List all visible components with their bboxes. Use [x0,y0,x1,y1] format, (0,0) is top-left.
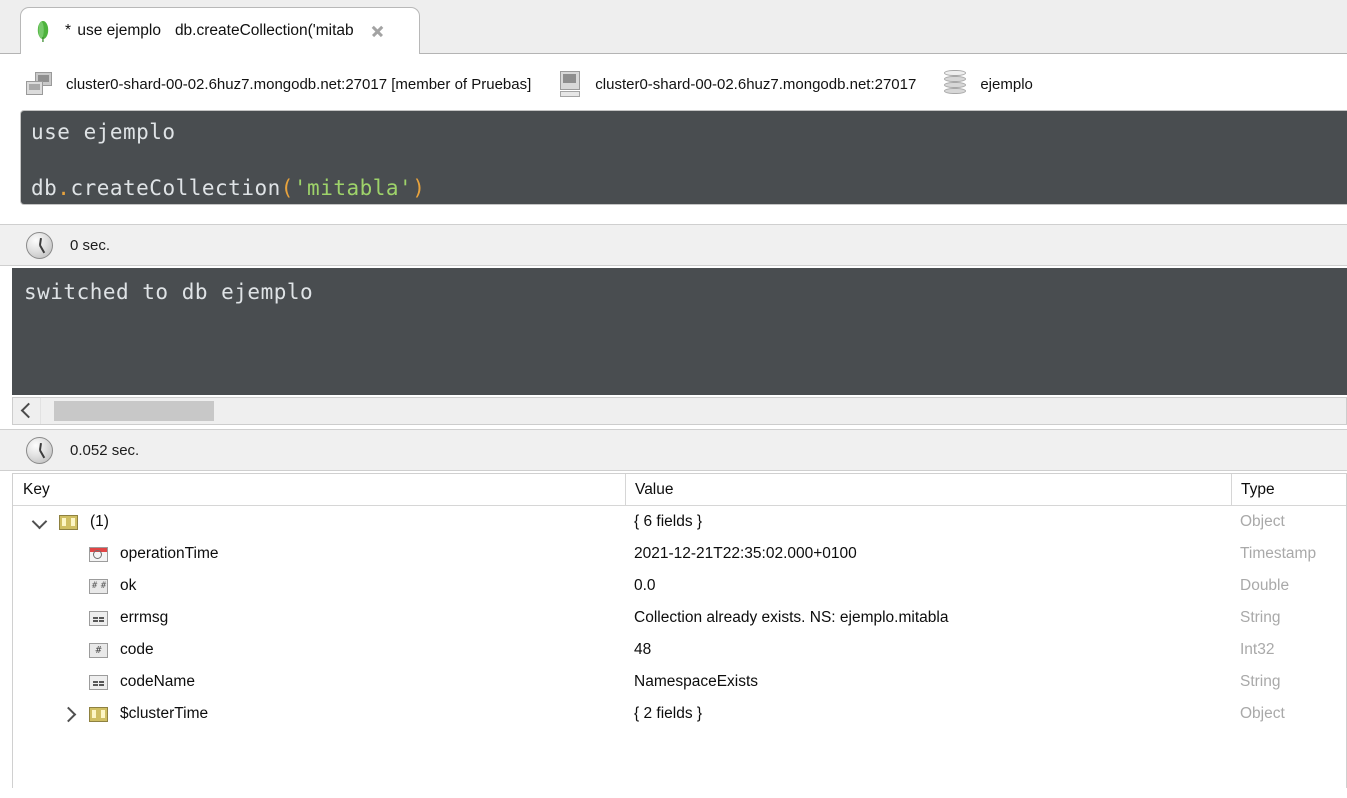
column-header-type[interactable]: Type [1231,474,1346,505]
scrollbar-thumb[interactable] [54,401,214,421]
breadcrumb-item-server[interactable]: cluster0-shard-00-02.6huz7.mongodb.net:2… [26,72,531,96]
cell-value: { 6 fields } [634,513,703,530]
cell-key: ok [13,570,625,602]
key-label: $clusterTime [120,705,209,722]
cell-key: operationTime [13,538,625,570]
cell-value: 0.0 [634,577,656,594]
monitor-icon [559,71,581,97]
object-icon [89,706,108,722]
breadcrumb-item-database[interactable]: ejemplo [944,70,1033,98]
cell-value: 48 [634,641,652,658]
execution-time-top: 0 sec. [70,236,111,254]
horizontal-scrollbar[interactable] [12,397,1347,425]
tab-dirty-marker: * [65,22,72,39]
table-row[interactable]: (1) { 6 fields } Object [13,506,1346,538]
table-row[interactable]: codeName NamespaceExists String [13,666,1346,698]
cell-type: String [1240,609,1281,626]
timestamp-icon [89,546,108,562]
breadcrumb-item-host[interactable]: cluster0-shard-00-02.6huz7.mongodb.net:2… [559,71,916,97]
key-label: code [120,641,154,658]
breadcrumb-label-database: ejemplo [980,75,1033,93]
object-icon [59,514,78,530]
result-tree-table: Key Value Type (1) { 6 fields } Object oper… [12,473,1347,788]
double-icon [89,578,108,594]
cell-value: 2021-12-21T22:35:02.000+0100 [634,545,857,562]
table-row[interactable]: ok 0.0 Double [13,570,1346,602]
mongodb-leaf-icon [35,20,51,42]
chevron-left-icon[interactable] [13,398,41,424]
cell-value: { 2 fields } [634,705,703,722]
column-header-value[interactable]: Value [625,474,1225,505]
execution-time-bar-bottom: 0.052 sec. [0,429,1347,471]
table-row[interactable]: operationTime 2021-12-21T22:35:02.000+010… [13,538,1346,570]
chevron-down-icon[interactable] [31,513,49,531]
table-body: (1) { 6 fields } Object operationTime 2021-1… [13,506,1346,730]
string-icon [89,610,108,626]
key-label: operationTime [120,545,219,562]
server-icon [26,72,52,96]
key-label: codeName [120,673,195,690]
cell-key: $clusterTime [13,698,625,730]
cell-key: (1) [13,506,625,538]
query-editor[interactable]: use ejemplo db.createCollection('mitabla… [20,110,1347,205]
shell-output-panel[interactable]: switched to db ejemplo [12,268,1347,395]
code-line-2: db.createCollection('mitabla') [31,174,1347,202]
table-row[interactable]: errmsg Collection already exists. NS: eje… [13,602,1346,634]
clock-icon [26,436,53,464]
column-header-key[interactable]: Key [23,474,623,505]
cell-value: NamespaceExists [634,673,759,690]
code-token-string: 'mitabla' [293,176,413,200]
breadcrumb-label-server: cluster0-shard-00-02.6huz7.mongodb.net:2… [66,75,532,93]
execution-time-bottom: 0.052 sec. [70,441,140,459]
code-line-1: use ejemplo [31,118,1347,146]
cell-value: Collection already exists. NS: ejemplo.m… [634,609,949,626]
database-icon [944,70,967,98]
tab-bar: * use ejemplo db.createCollection('mitab [0,0,1347,54]
cell-type: Object [1240,705,1285,722]
cell-key: errmsg [13,602,625,634]
cell-type: String [1240,673,1281,690]
code-token-paren-close: ) [412,176,426,200]
cell-key: code [13,634,625,666]
table-header: Key Value Type [13,474,1346,506]
editor-tab[interactable]: * use ejemplo db.createCollection('mitab [20,7,420,54]
chevron-right-icon[interactable] [60,705,79,723]
cell-type: Object [1240,513,1285,530]
string-icon [89,674,108,690]
tab-title-part1: use ejemplo [77,22,161,39]
tab-title: * use ejemplo db.createCollection('mitab [65,22,354,40]
breadcrumb-label-host: cluster0-shard-00-02.6huz7.mongodb.net:2… [595,75,917,93]
code-token-db: db [31,176,58,200]
key-label: (1) [90,513,109,530]
table-row[interactable]: code 48 Int32 [13,634,1346,666]
code-line-1-text: use ejemplo [31,120,176,144]
cell-type: Timestamp [1240,545,1317,562]
cell-type: Int32 [1240,641,1275,658]
code-token-function: createCollection [70,176,281,200]
tab-title-part2: db.createCollection('mitab [174,22,354,39]
int32-icon [89,642,108,658]
code-token-dot: . [57,176,71,200]
breadcrumb: cluster0-shard-00-02.6huz7.mongodb.net:2… [0,54,1347,114]
execution-time-bar-top: 0 sec. [0,224,1347,266]
cell-type: Double [1240,577,1290,594]
cell-key: codeName [13,666,625,698]
shell-output-line: switched to db ejemplo [24,280,314,304]
code-token-paren-open: ( [280,176,294,200]
close-icon[interactable] [370,24,385,39]
key-label: ok [120,577,137,594]
key-label: errmsg [120,609,169,626]
table-row[interactable]: $clusterTime { 2 fields } Object [13,698,1346,730]
clock-icon [26,231,53,259]
